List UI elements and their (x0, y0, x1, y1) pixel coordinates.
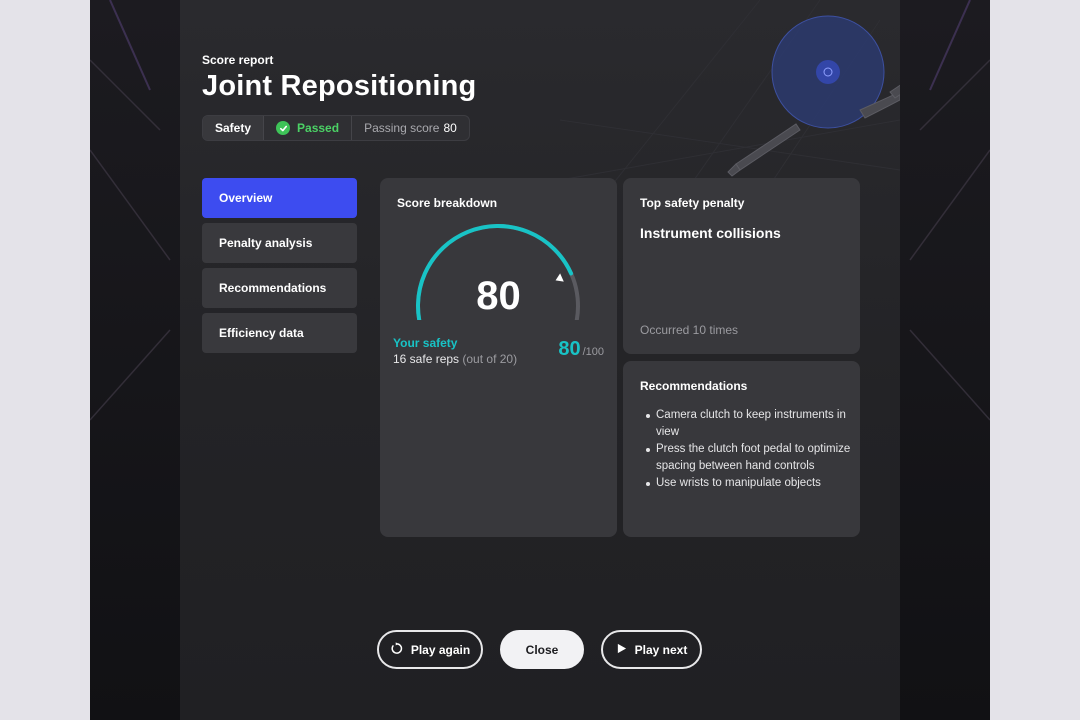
list-item: Camera clutch to keep instruments in vie… (646, 407, 851, 441)
status-pill: Safety Passed Passing score 80 (202, 115, 470, 141)
score-summary-max: /100 (582, 346, 604, 358)
score-value-large: 80 (476, 274, 521, 318)
safe-reps-count: 16 safe reps (393, 352, 460, 366)
top-penalty-card: Top safety penalty Instrument collisions… (623, 178, 860, 354)
nav-item-penalty-analysis[interactable]: Penalty analysis (202, 223, 357, 263)
top-penalty-name: Instrument collisions (640, 225, 781, 241)
your-safety-label: Your safety (393, 336, 458, 350)
score-breakdown-title: Score breakdown (397, 196, 498, 210)
top-penalty-occurrence: Occurred 10 times (640, 323, 739, 337)
passing-score: Passing score 80 (351, 116, 469, 140)
play-again-button[interactable]: Play again (377, 630, 483, 669)
replay-icon (390, 641, 403, 658)
app-frame: Score report Joint Repositioning Safety … (90, 0, 990, 720)
play-next-label: Play next (634, 642, 688, 657)
safe-reps-text: 16 safe reps (out of 20) (393, 352, 517, 366)
top-penalty-title: Top safety penalty (640, 196, 745, 210)
play-next-button[interactable]: Play next (601, 630, 702, 669)
nav-item-overview[interactable]: Overview (202, 178, 357, 218)
nav-item-recommendations[interactable]: Recommendations (202, 268, 357, 308)
surgical-scene-illustration (560, 0, 900, 200)
nav-item-efficiency-data[interactable]: Efficiency data (202, 313, 357, 353)
status-result: Passed (263, 116, 351, 140)
score-summary: 80 /100 (558, 338, 604, 361)
score-summary-value: 80 (558, 338, 581, 360)
recommendations-title: Recommendations (640, 379, 748, 393)
list-item: Use wrists to manipulate objects (646, 475, 851, 492)
report-subtitle: Score report (202, 53, 274, 67)
page-title: Joint Repositioning (202, 70, 477, 102)
passing-score-label: Passing score (364, 121, 440, 135)
passing-score-value: 80 (443, 121, 457, 135)
check-icon (276, 121, 291, 135)
recommendations-card: Recommendations Camera clutch to keep in… (623, 361, 860, 537)
status-result-label: Passed (297, 121, 340, 135)
close-button[interactable]: Close (500, 630, 584, 669)
report-nav: Overview Penalty analysis Recommendation… (202, 178, 357, 358)
status-category: Safety (203, 116, 264, 140)
recommendations-list: Camera clutch to keep instruments in vie… (646, 407, 851, 492)
safe-reps-total: (out of 20) (462, 352, 518, 366)
list-item: Press the clutch foot pedal to optimize … (646, 441, 851, 475)
play-again-label: Play again (410, 642, 471, 657)
play-icon (616, 643, 627, 657)
score-breakdown-card: Score breakdown 80 Your safety 16 safe r… (380, 178, 617, 537)
